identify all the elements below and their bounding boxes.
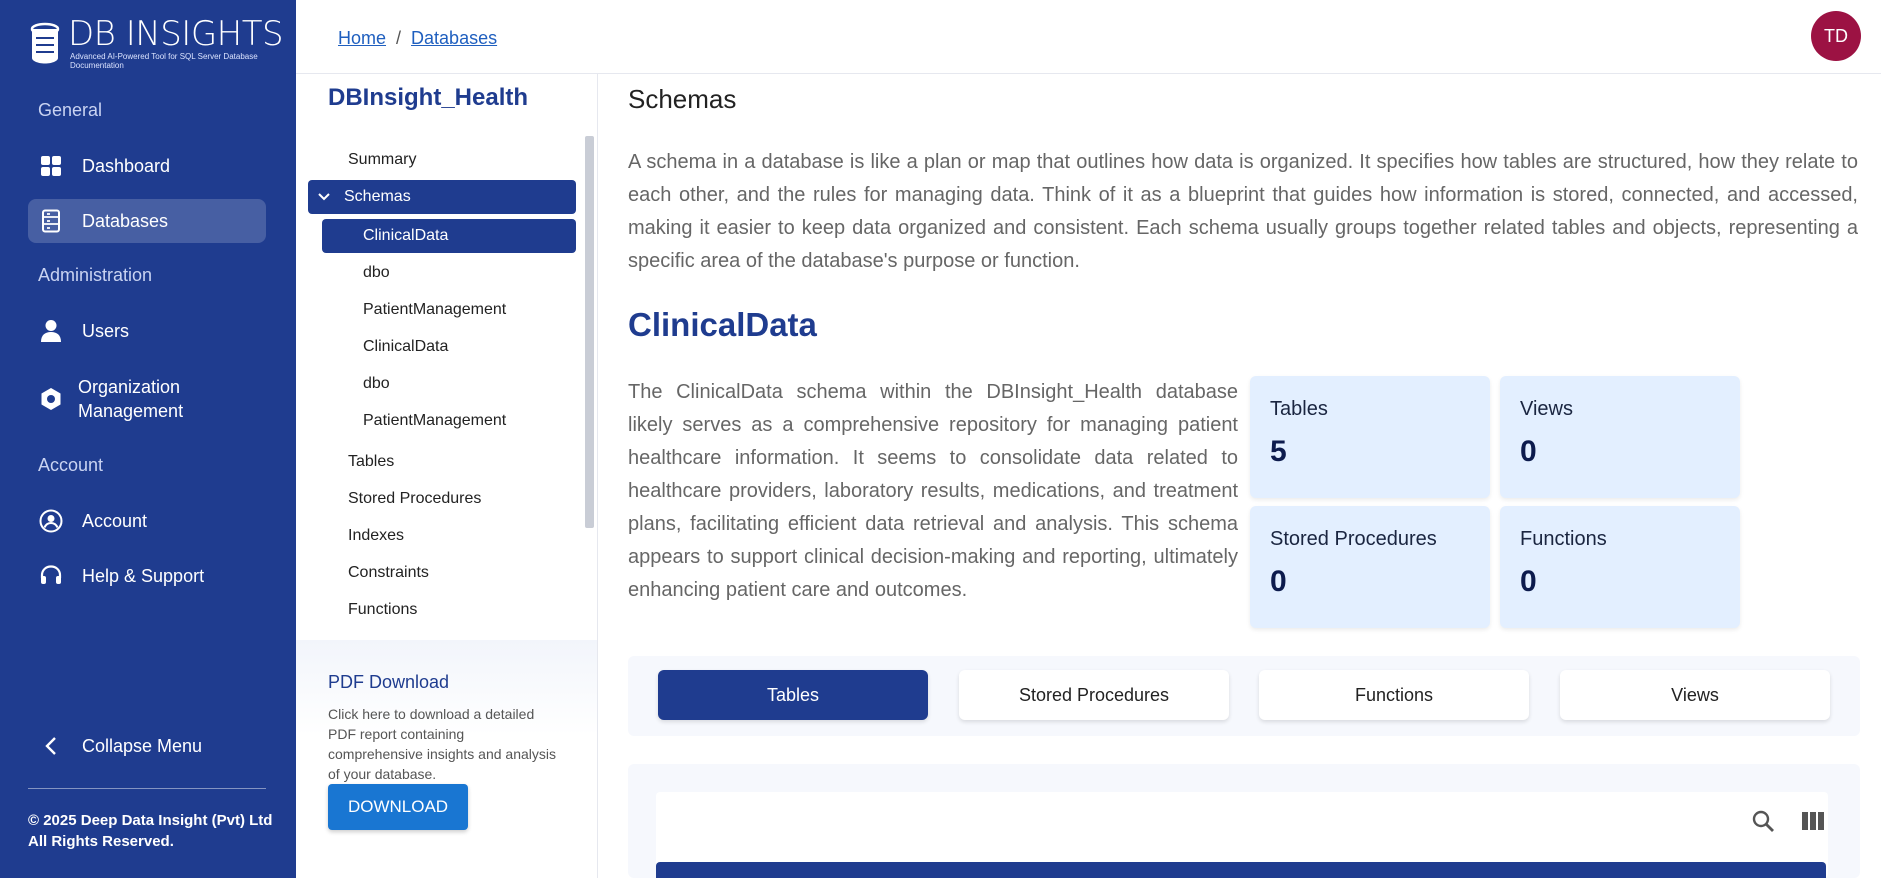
breadcrumb-separator: / xyxy=(396,28,402,48)
tree-item-summary[interactable]: Summary xyxy=(348,143,416,177)
dashboard-icon xyxy=(38,153,64,179)
brand-name: DB INSIGHTS xyxy=(68,14,284,54)
stat-views-label: Views xyxy=(1520,398,1573,420)
database-name: DBInsight_Health xyxy=(328,84,529,111)
user-icon xyxy=(38,318,64,344)
tree-item-tables[interactable]: Tables xyxy=(348,445,394,479)
stat-card-stored-procedures: Stored Procedures 0 xyxy=(1250,506,1490,628)
schema-title: ClinicalData xyxy=(628,306,817,343)
pdf-download-panel: PDF Download Click here to download a de… xyxy=(296,640,597,878)
sidebar-divider xyxy=(28,788,266,789)
database-logo-icon xyxy=(30,22,60,64)
nav-organization-line1: Organization xyxy=(78,377,181,397)
columns-icon[interactable] xyxy=(1798,806,1828,836)
download-button[interactable]: DOWNLOAD xyxy=(328,784,468,830)
collapse-menu-label: Collapse Menu xyxy=(82,736,203,756)
copyright-line1: © 2025 Deep Data Insight (Pvt) Ltd xyxy=(28,812,273,829)
copyright-line2: All Rights Reserved. xyxy=(28,833,174,850)
nav-databases-label: Databases xyxy=(82,211,169,231)
nav-users[interactable]: Users xyxy=(28,309,266,353)
nav-dashboard-label: Dashboard xyxy=(82,156,171,176)
nav-dashboard[interactable]: Dashboard xyxy=(28,144,266,188)
stat-card-tables: Tables 5 xyxy=(1250,376,1490,498)
schemas-intro-text: A schema in a database is like a plan or… xyxy=(628,151,1858,272)
stat-functions-label: Functions xyxy=(1520,528,1607,550)
tree-item-schemas[interactable]: Schemas xyxy=(308,180,576,214)
tree-item-schema-clinicaldata-2[interactable]: ClinicalData xyxy=(363,330,448,364)
tree-item-schemas-label: Schemas xyxy=(344,188,411,205)
stat-procs-label: Stored Procedures xyxy=(1270,528,1437,550)
tree-item-schema-clinicaldata[interactable]: ClinicalData xyxy=(322,219,576,253)
table-section xyxy=(628,764,1860,878)
table-header-bar xyxy=(656,862,1826,878)
chevron-down-icon xyxy=(318,193,330,201)
nav-organization-management[interactable]: Organization Management xyxy=(28,372,266,426)
brand-tagline: Advanced AI-Powered Tool for SQL Server … xyxy=(70,52,258,70)
tree-item-schema-dbo[interactable]: dbo xyxy=(363,256,390,290)
user-avatar[interactable]: TD xyxy=(1811,11,1861,61)
breadcrumb-databases-link[interactable]: Databases xyxy=(411,28,497,48)
tree-scrollbar[interactable] xyxy=(585,136,594,528)
tab-tables[interactable]: Tables xyxy=(658,670,928,720)
tab-functions[interactable]: Functions xyxy=(1259,670,1529,720)
top-header: Home / Databases TD xyxy=(296,0,1881,74)
database-tree-panel: DBInsight_Health Summary Schemas Clinica… xyxy=(296,74,598,878)
headset-icon xyxy=(38,563,64,589)
tab-stored-procedures[interactable]: Stored Procedures xyxy=(959,670,1229,720)
nav-help-support[interactable]: Help & Support xyxy=(28,554,266,598)
pdf-download-description: Click here to download a detailed PDF re… xyxy=(328,706,557,782)
stat-card-views: Views 0 xyxy=(1500,376,1740,498)
app-sidebar: DB INSIGHTS Advanced AI-Powered Tool for… xyxy=(0,0,296,878)
collapse-menu-button[interactable]: Collapse Menu xyxy=(28,724,266,768)
tree-item-stored-procedures[interactable]: Stored Procedures xyxy=(348,482,481,516)
stat-tables-value: 5 xyxy=(1270,435,1287,468)
tab-views[interactable]: Views xyxy=(1560,670,1830,720)
stat-tables-label: Tables xyxy=(1270,398,1328,420)
main-content: Schemas A schema in a database is like a… xyxy=(598,74,1881,878)
section-account: Account xyxy=(38,455,104,475)
search-icon[interactable] xyxy=(1748,806,1778,836)
nav-organization-line2: Management xyxy=(78,401,184,421)
breadcrumb: Home / Databases xyxy=(338,28,497,49)
nav-account-label: Account xyxy=(82,511,148,531)
nav-organization-label: Organization Management xyxy=(78,375,183,423)
organization-icon xyxy=(38,386,64,412)
schema-description: The ClinicalData schema within the DBIns… xyxy=(628,381,1238,601)
tree-item-indexes[interactable]: Indexes xyxy=(348,519,404,553)
stat-functions-value: 0 xyxy=(1520,565,1537,598)
pdf-download-title: PDF Download xyxy=(328,672,450,692)
account-circle-icon xyxy=(38,508,64,534)
tree-item-functions[interactable]: Functions xyxy=(348,593,417,627)
breadcrumb-home-link[interactable]: Home xyxy=(338,28,386,48)
tree-item-constraints[interactable]: Constraints xyxy=(348,556,429,590)
page-title: Schemas xyxy=(628,84,737,114)
nav-users-label: Users xyxy=(82,321,130,341)
database-icon xyxy=(38,208,64,234)
chevron-left-icon xyxy=(38,733,64,759)
tree-item-schema-patientmanagement[interactable]: PatientManagement xyxy=(363,293,506,327)
tree-item-schema-patientmanagement-2[interactable]: PatientManagement xyxy=(363,404,506,438)
stat-card-functions: Functions 0 xyxy=(1500,506,1740,628)
table-card xyxy=(656,792,1828,878)
stat-procs-value: 0 xyxy=(1270,565,1287,598)
section-general: General xyxy=(38,100,103,120)
nav-databases[interactable]: Databases xyxy=(28,199,266,243)
app-logo[interactable]: DB INSIGHTS Advanced AI-Powered Tool for… xyxy=(28,16,288,74)
nav-help-label: Help & Support xyxy=(82,566,205,586)
stat-views-value: 0 xyxy=(1520,435,1537,468)
object-tabs: Tables Stored Procedures Functions Views xyxy=(628,656,1860,736)
tree-item-schema-dbo-2[interactable]: dbo xyxy=(363,367,390,401)
section-administration: Administration xyxy=(38,265,153,285)
nav-account[interactable]: Account xyxy=(28,499,266,543)
copyright: © 2025 Deep Data Insight (Pvt) Ltd All R… xyxy=(28,810,272,852)
